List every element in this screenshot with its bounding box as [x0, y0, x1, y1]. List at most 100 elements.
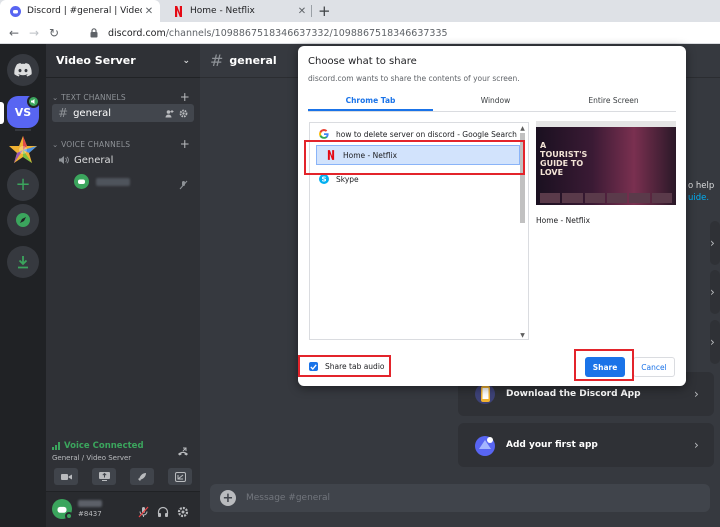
welcome-card-partial[interactable]: › — [710, 270, 720, 314]
tab-separator — [311, 5, 312, 17]
voice-status[interactable]: Voice Connected — [52, 441, 144, 451]
share-audio-checkbox[interactable] — [309, 362, 318, 371]
screen-share-button[interactable] — [92, 468, 116, 485]
speaker-icon — [59, 156, 69, 164]
scroll-up-icon[interactable]: ▲ — [519, 125, 526, 132]
channel-name: general — [73, 107, 112, 119]
new-tab-button[interactable]: + — [318, 2, 331, 20]
discord-logo-icon — [78, 179, 85, 184]
mute-mic-icon[interactable] — [138, 503, 149, 522]
activity-button[interactable] — [130, 468, 154, 485]
share-audio-label[interactable]: Share tab audio — [325, 362, 385, 371]
source-item-netflix[interactable]: Home - Netflix — [316, 145, 520, 165]
active-tab-indicator — [308, 109, 433, 111]
browser-toolbar: ← → ↻ discord.com/channels/1098867518346… — [0, 22, 720, 44]
online-status-icon — [65, 512, 73, 520]
dialog-subtitle: discord.com wants to share the contents … — [308, 74, 520, 83]
discord-favicon-icon — [10, 5, 21, 17]
camera-button[interactable] — [54, 468, 78, 485]
checkmark-icon — [310, 363, 317, 370]
channel-sidebar: Video Server ⌄ ⌄ TEXT CHANNELS + # gener… — [46, 44, 200, 527]
channel-general-voice[interactable]: General — [52, 151, 194, 169]
browser-tab-discord[interactable]: Discord | #general | Video Server ✕ — [0, 0, 160, 22]
voice-channels-category[interactable]: ⌄ VOICE CHANNELS + — [46, 137, 200, 151]
tab-chrome-tab[interactable]: Chrome Tab — [308, 96, 433, 110]
close-tab-icon[interactable]: ✕ — [295, 6, 309, 17]
voice-status-title: Voice Connected — [64, 441, 144, 451]
voice-status-subtitle: General / Video Server — [52, 454, 132, 462]
scroll-down-icon[interactable]: ▼ — [519, 332, 526, 339]
channel-name: General — [74, 154, 114, 166]
welcome-card-partial[interactable]: › — [710, 221, 720, 265]
message-input[interactable] — [246, 493, 710, 503]
url-host: discord.com — [108, 27, 166, 39]
chevron-down-icon: ⌄ — [52, 139, 62, 149]
card-label: Download the Discord App — [506, 389, 641, 399]
add-server-button[interactable]: + — [7, 169, 39, 201]
back-arrow-icon[interactable]: ← — [4, 26, 24, 40]
soundboard-button[interactable] — [168, 468, 192, 485]
create-channel-plus-icon[interactable]: + — [180, 137, 190, 151]
cancel-button[interactable]: Cancel — [633, 357, 675, 377]
chevron-right-icon: › — [710, 285, 715, 299]
user-settings-gear-icon[interactable] — [177, 503, 189, 522]
preview-label: Home - Netflix — [536, 216, 591, 225]
chevron-right-icon: › — [694, 387, 699, 401]
address-bar[interactable]: discord.com/channels/1098867518346637332… — [90, 24, 720, 42]
voice-user[interactable] — [74, 174, 188, 190]
dialog-title: Choose what to share — [308, 56, 417, 67]
channel-general-text[interactable]: # general — [52, 104, 194, 122]
source-item-skype[interactable]: S Skype — [310, 169, 518, 189]
user-tag: #8437 — [78, 510, 102, 518]
voice-speaker-icon — [27, 95, 40, 108]
preview-netflix-hero: A TOURIST'S GUIDE TO LOVE — [536, 127, 676, 205]
discord-logo-icon — [14, 63, 32, 77]
colorful-star-icon — [9, 136, 37, 163]
plus-icon: + — [15, 174, 31, 195]
server-header[interactable]: Video Server ⌄ — [46, 44, 200, 78]
source-item-google[interactable]: how to delete server on discord - Google… — [310, 124, 518, 144]
source-title: Home - Netflix — [343, 150, 398, 160]
browser-tab-netflix[interactable]: Home - Netflix ✕ — [163, 0, 313, 22]
discord-home-button[interactable] — [7, 54, 39, 86]
source-title: how to delete server on discord - Google… — [336, 129, 517, 139]
selected-server-indicator — [0, 102, 4, 124]
skype-icon: S — [318, 173, 330, 185]
welcome-card-partial[interactable]: › — [710, 320, 720, 364]
download-apps-button[interactable] — [7, 246, 39, 278]
share-button[interactable]: Share — [585, 357, 625, 377]
gear-icon[interactable] — [179, 109, 188, 118]
forward-arrow-icon[interactable]: → — [24, 26, 44, 40]
source-title: Skype — [336, 174, 359, 184]
category-label: VOICE CHANNELS — [61, 139, 131, 149]
server-star[interactable] — [7, 134, 39, 166]
add-app-card[interactable]: Add your first app › — [458, 423, 714, 467]
create-channel-plus-icon[interactable]: + — [180, 90, 190, 104]
google-icon — [318, 128, 330, 140]
scrollbar-thumb[interactable] — [520, 133, 525, 223]
invite-user-icon[interactable] — [165, 109, 174, 118]
tab-entire-screen[interactable]: Entire Screen — [551, 96, 676, 110]
blurred-username — [78, 500, 102, 507]
chevron-right-icon: › — [710, 335, 715, 349]
source-list-scrollbar[interactable]: ▲ ▼ — [519, 125, 526, 339]
tab-window[interactable]: Window — [433, 96, 558, 110]
card-label: Add your first app — [506, 440, 598, 450]
reload-icon[interactable]: ↻ — [44, 26, 64, 40]
chevron-down-icon: ⌄ — [52, 92, 62, 102]
explore-servers-button[interactable] — [7, 204, 39, 236]
welcome-help-text: o help — [688, 181, 715, 191]
welcome-guide-link[interactable]: uide. — [688, 193, 709, 203]
tab-divider — [308, 111, 676, 112]
headphones-icon[interactable] — [157, 503, 169, 522]
hash-icon: # — [58, 106, 69, 120]
soundboard-icon — [174, 471, 186, 482]
close-tab-icon[interactable]: ✕ — [142, 6, 156, 17]
signal-icon — [52, 442, 60, 450]
text-channels-category[interactable]: ⌄ TEXT CHANNELS + — [46, 90, 200, 104]
app-puzzle-icon — [472, 432, 498, 458]
server-list: VS + — [0, 44, 46, 527]
disconnect-icon[interactable] — [177, 444, 189, 463]
screen-share-dialog: Choose what to share discord.com wants t… — [298, 46, 686, 386]
add-attachment-icon[interactable]: + — [220, 490, 236, 506]
